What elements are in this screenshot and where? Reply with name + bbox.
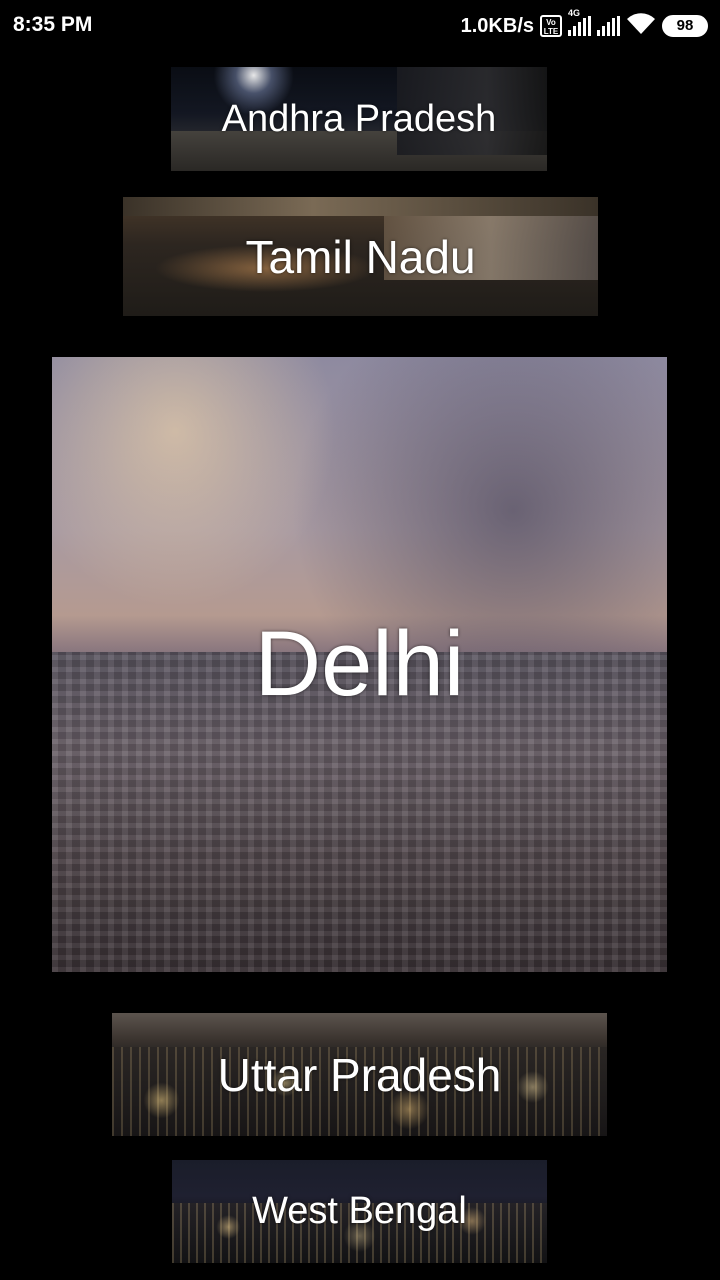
network-type-label: 4G xyxy=(568,8,581,18)
state-card-west-bengal[interactable]: West Bengal xyxy=(172,1160,547,1263)
state-card-tamil-nadu[interactable]: Tamil Nadu xyxy=(123,197,598,316)
volte-icon: Vo LTE xyxy=(540,15,562,37)
state-card-andhra-pradesh[interactable]: Andhra Pradesh xyxy=(171,67,547,171)
status-time: 8:35 PM xyxy=(13,13,93,36)
signal-4g-icon: 4G xyxy=(568,8,591,36)
state-card-label: West Bengal xyxy=(252,1190,467,1232)
state-card-uttar-pradesh[interactable]: Uttar Pradesh xyxy=(112,1013,607,1136)
network-speed: 1.0KB/s xyxy=(460,14,534,37)
status-icons: 1.0KB/s Vo LTE 4G 98 xyxy=(460,8,708,41)
battery-icon: 98 xyxy=(662,15,708,37)
state-card-label: Andhra Pradesh xyxy=(221,97,497,140)
status-bar: 8:35 PM 1.0KB/s Vo LTE 4G 98 xyxy=(0,0,720,52)
state-card-label: Tamil Nadu xyxy=(245,230,476,283)
state-card-label: Uttar Pradesh xyxy=(217,1048,502,1101)
signal-icon xyxy=(597,16,620,36)
state-card-label: Delhi xyxy=(254,613,465,715)
state-card-delhi[interactable]: Delhi xyxy=(52,357,667,972)
wifi-icon xyxy=(626,12,656,40)
